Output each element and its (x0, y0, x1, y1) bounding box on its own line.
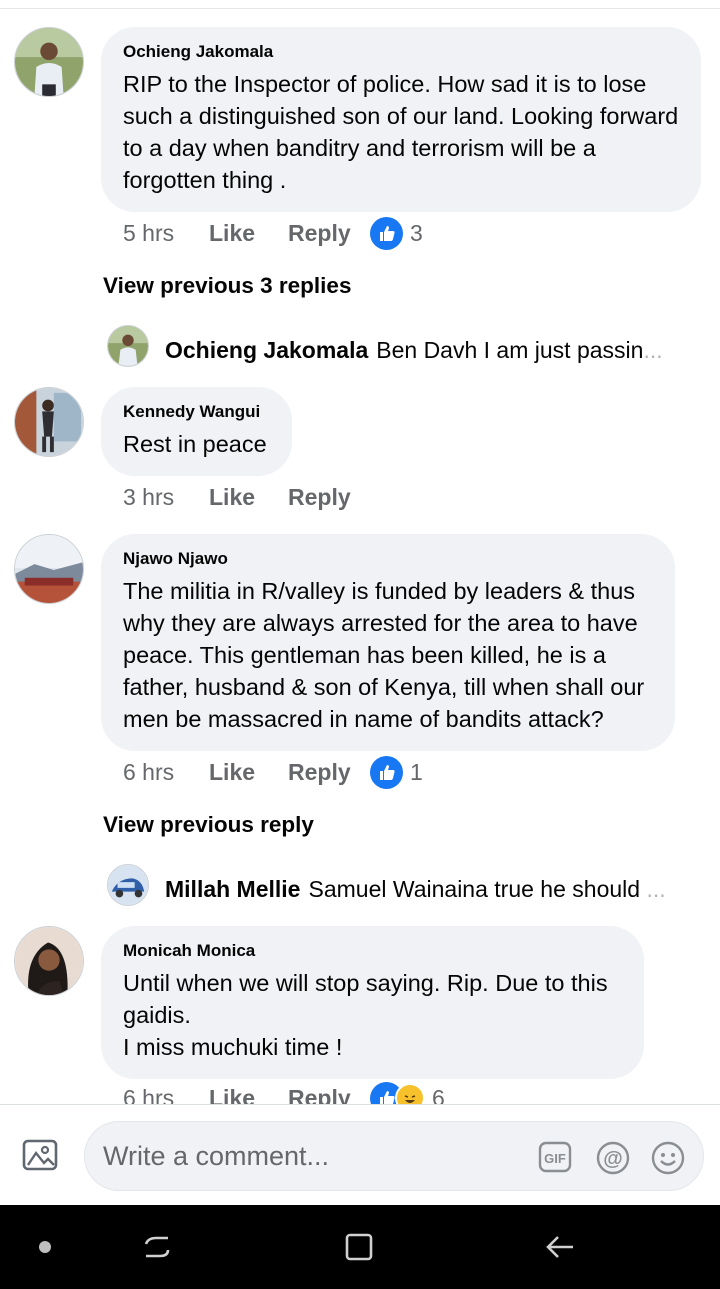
svg-text:@: @ (603, 1148, 623, 1170)
comment-text: RIP to the Inspector of police. How sad … (123, 71, 679, 193)
reaction-summary[interactable]: 3 (370, 216, 423, 250)
comment-author[interactable]: Kennedy Wangui (123, 402, 270, 422)
comment-input[interactable]: Write a comment... GIF @ (84, 1121, 704, 1191)
comment-author[interactable]: Ochieng Jakomala (123, 42, 679, 62)
comment-author[interactable]: Monicah Monica (123, 941, 622, 961)
comment-actions: 3 hrs Like Reply (123, 481, 370, 513)
reply-button[interactable]: Reply (288, 484, 370, 511)
view-previous-replies[interactable]: View previous 3 replies (103, 273, 351, 299)
avatar[interactable] (14, 387, 84, 457)
like-button[interactable]: Like (209, 759, 288, 786)
comment-time[interactable]: 5 hrs (123, 220, 209, 247)
svg-text:GIF: GIF (544, 1151, 566, 1166)
comment-bubble: Monicah Monica Until when we will stop s… (101, 926, 644, 1079)
gif-icon[interactable]: GIF (538, 1141, 572, 1173)
comment-time[interactable]: 3 hrs (123, 484, 209, 511)
comment-text: Until when we will stop saying. Rip. Due… (123, 970, 608, 1060)
reply-button[interactable]: Reply (288, 220, 370, 247)
avatar[interactable] (14, 534, 84, 604)
comment-actions: 6 hrs Like Reply 1 (123, 755, 423, 789)
comment-bubble: Kennedy Wangui Rest in peace (101, 387, 292, 476)
comment-input-placeholder: Write a comment... (103, 1141, 330, 1171)
comment-author[interactable]: Njawo Njawo (123, 549, 653, 569)
top-divider (0, 8, 720, 9)
reply-ellipsis: ... (643, 337, 663, 363)
reaction-count: 1 (410, 758, 423, 785)
like-button[interactable]: Like (209, 220, 288, 247)
avatar[interactable] (107, 864, 149, 906)
system-nav-bar (0, 1205, 720, 1289)
recent-apps-icon[interactable] (140, 1230, 174, 1264)
reaction-count: 3 (410, 219, 423, 246)
home-icon[interactable] (342, 1230, 376, 1264)
reply-ellipsis: ... (640, 876, 666, 902)
reply-preview[interactable]: Ochieng Jakomala Ben Davh I am just passi… (165, 337, 685, 364)
comment-bubble: Ochieng Jakomala RIP to the Inspector of… (101, 27, 701, 212)
back-icon[interactable] (543, 1230, 577, 1264)
reply-text: Samuel Wainaina true he should (308, 876, 641, 902)
photo-icon[interactable] (20, 1135, 60, 1175)
thumbs-up-icon (370, 216, 403, 250)
avatar[interactable] (107, 325, 149, 367)
reaction-summary[interactable]: 1 (370, 755, 423, 789)
reply-author[interactable]: Millah Mellie (165, 876, 300, 902)
avatar[interactable] (14, 27, 84, 97)
reply-text: Ben Davh I am just passin (376, 337, 644, 363)
reply-button[interactable]: Reply (288, 759, 370, 786)
comment-actions: 5 hrs Like Reply 3 (123, 216, 423, 250)
reply-author[interactable]: Ochieng Jakomala (165, 337, 368, 363)
comment-time[interactable]: 6 hrs (123, 759, 209, 786)
like-button[interactable]: Like (209, 484, 288, 511)
comment-composer: Write a comment... GIF @ (0, 1104, 720, 1204)
reply-preview[interactable]: Millah Mellie Samuel Wainaina true he sho… (165, 876, 685, 903)
avatar[interactable] (14, 926, 84, 996)
comment-text: Rest in peace (123, 431, 267, 457)
thumbs-up-icon (370, 755, 403, 789)
dot-icon[interactable] (28, 1230, 62, 1264)
mention-icon[interactable]: @ (596, 1141, 630, 1175)
emoji-icon[interactable] (651, 1141, 685, 1175)
comment-text: The militia in R/valley is funded by lea… (123, 578, 645, 732)
comment-bubble: Njawo Njawo The militia in R/valley is f… (101, 534, 675, 751)
view-previous-replies[interactable]: View previous reply (103, 812, 314, 838)
